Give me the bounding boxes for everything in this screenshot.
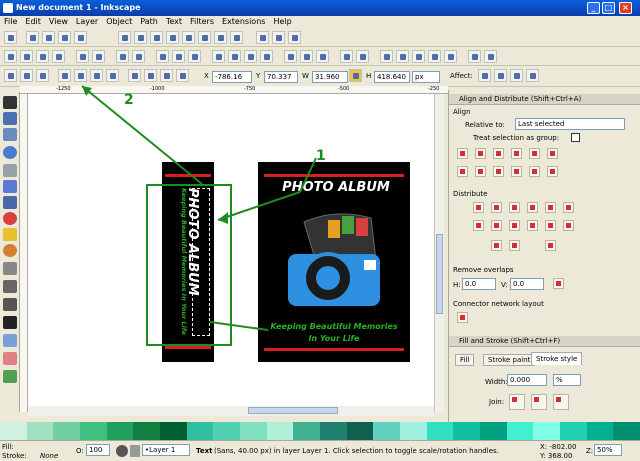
distribute-center-button[interactable] (491, 202, 502, 213)
dock-panel: Align and Distribute (Shift+Ctrl+A) Alig… (448, 90, 640, 422)
align-bottom-button[interactable] (493, 166, 504, 177)
join-round-button[interactable] (531, 394, 547, 410)
overlap-v-field[interactable]: 0.0 (510, 278, 544, 290)
distribute-right-button[interactable] (509, 202, 520, 213)
opacity-field[interactable]: 100 (86, 444, 110, 456)
distribute-baseline-button[interactable] (545, 220, 556, 231)
align-section-label: Align (453, 108, 471, 116)
color-palette[interactable] (0, 422, 640, 440)
fill-label: Fill: (2, 443, 14, 451)
layer-select[interactable]: •Layer 1 (142, 444, 190, 456)
status-message-type: Text (196, 447, 213, 455)
annotation-number-2: 2 (124, 92, 134, 108)
zoom-label: Z: (586, 447, 594, 455)
fill-stroke-panel-title[interactable]: Fill and Stroke (Shift+Ctrl+F) (449, 336, 640, 347)
horizontal-scrollbar[interactable] (28, 406, 434, 416)
vertical-scrollbar[interactable] (434, 94, 444, 412)
node-align-h-button[interactable] (491, 240, 502, 251)
join-bevel-button[interactable] (553, 394, 569, 410)
align-anchor-button[interactable] (529, 148, 540, 159)
stroke-unit-select[interactable]: % (553, 374, 581, 386)
remove-overlaps-button[interactable] (553, 278, 564, 289)
tab-stroke-paint[interactable]: Stroke paint (483, 354, 536, 366)
tab-stroke-style[interactable]: Stroke style (531, 352, 583, 365)
stroke-value: None (40, 452, 59, 460)
status-bar: Fill: Stroke: None O: 100 •Layer 1 Text … (0, 440, 640, 461)
join-label: Join: (489, 398, 505, 406)
treat-group-label: Treat selection as group: (473, 134, 560, 142)
align-text-button[interactable] (547, 148, 558, 159)
stroke-width-label: Width: (485, 378, 508, 386)
distribute-unclump-button[interactable] (527, 220, 538, 231)
distribute-vgap-button[interactable] (491, 220, 502, 231)
distribute-gap-button[interactable] (527, 202, 538, 213)
distribute-label: Distribute (453, 190, 488, 198)
distribute-left-button[interactable] (473, 202, 484, 213)
vertical-scroll-thumb[interactable] (436, 234, 443, 314)
distribute-vbaseline-button[interactable] (563, 220, 574, 231)
tab-fill[interactable]: Fill (455, 354, 475, 366)
annotation-number-1: 1 (316, 148, 326, 164)
align-right-button[interactable] (493, 148, 504, 159)
overlap-h-field[interactable]: 0.0 (462, 278, 496, 290)
stroke-width-field[interactable]: 0.000 (507, 374, 547, 386)
lock-icon[interactable] (130, 445, 140, 457)
distribute-top-button[interactable] (545, 202, 556, 213)
zoom-field[interactable]: 50% (594, 444, 622, 456)
distribute-middle-button[interactable] (563, 202, 574, 213)
overlap-v-label: V: (501, 281, 508, 289)
remove-overlaps-label: Remove overlaps (453, 266, 514, 274)
node-distribute-button[interactable] (545, 240, 556, 251)
cursor-x: X: -802.00 (540, 443, 577, 451)
distribute-randomize-button[interactable] (509, 220, 520, 231)
relative-to-select[interactable]: Last selected (515, 118, 625, 130)
eye-icon[interactable] (116, 445, 128, 457)
align-top-button[interactable] (457, 166, 468, 177)
horizontal-scroll-thumb[interactable] (248, 407, 338, 414)
join-miter-button[interactable] (509, 394, 525, 410)
connector-layout-button[interactable] (457, 312, 468, 323)
opacity-label: O: (76, 447, 84, 455)
stroke-label: Stroke: (2, 452, 27, 460)
align-middle-button[interactable] (475, 166, 486, 177)
distribute-bottom-button[interactable] (473, 220, 484, 231)
cursor-y: Y: 368.00 (540, 452, 573, 460)
align-baseline-button[interactable] (529, 166, 540, 177)
status-message: (Sans, 40.00 px) in layer Layer 1. Click… (214, 447, 499, 455)
node-align-v-button[interactable] (509, 240, 520, 251)
align-ya-button[interactable] (547, 166, 558, 177)
align-center-button[interactable] (475, 148, 486, 159)
connector-layout-label: Connector network layout (453, 300, 544, 308)
align-bottom-edge-button[interactable] (511, 166, 522, 177)
treat-group-checkbox[interactable] (571, 133, 580, 142)
overlap-h-label: H: (453, 281, 461, 289)
relative-to-label: Relative to: (465, 121, 505, 129)
align-left-button[interactable] (457, 148, 468, 159)
align-panel-title[interactable]: Align and Distribute (Shift+Ctrl+A) (449, 94, 640, 105)
align-edge-button[interactable] (511, 148, 522, 159)
